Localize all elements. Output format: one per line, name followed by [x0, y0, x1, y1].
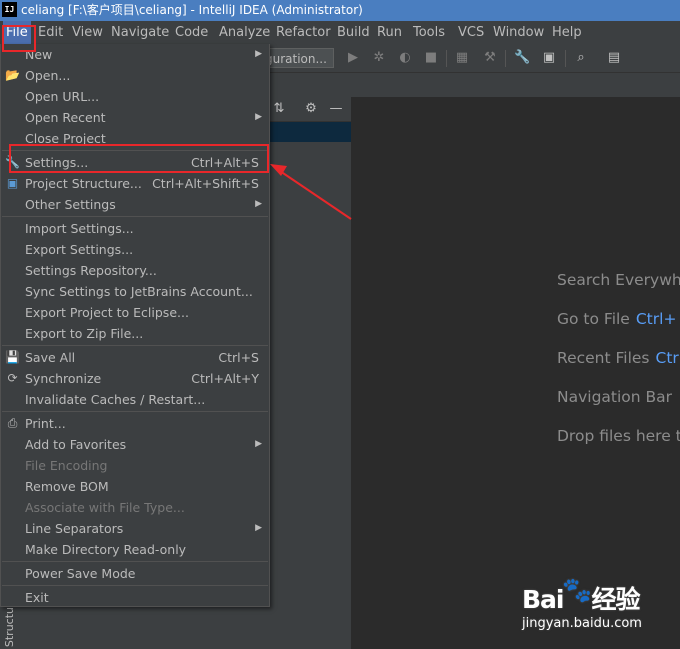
- menu-item-save-all[interactable]: 💾 Save All Ctrl+S: [1, 347, 269, 368]
- hint-shortcut: Ctrl+: [635, 310, 677, 328]
- save-icon: 💾: [5, 350, 20, 364]
- window-title: celiang [F:\客户项目\celiang] - IntelliJ IDE…: [21, 3, 363, 17]
- shortcut-label: Ctrl+S: [218, 350, 259, 365]
- menu-item-export-eclipse[interactable]: Export Project to Eclipse...: [1, 302, 269, 323]
- menu-window[interactable]: Window: [490, 21, 547, 44]
- gear-icon[interactable]: ⚙: [303, 101, 319, 117]
- menu-item-open-recent[interactable]: Open Recent ▶: [1, 107, 269, 128]
- menu-item-file-encoding: File Encoding: [25, 458, 108, 473]
- minimize-icon[interactable]: —: [328, 101, 344, 117]
- menu-item-project-structure[interactable]: ▣ Project Structure... Ctrl+Alt+Shift+S: [1, 173, 269, 194]
- hint-navigation-bar: Navigation Bar: [557, 388, 673, 406]
- sync-icon: ⟳: [7, 371, 18, 385]
- menu-item-synchronize[interactable]: ⟳ Synchronize Ctrl+Alt+Y: [1, 368, 269, 389]
- menu-bar: File Edit View Navigate Code Analyze Ref…: [0, 21, 680, 45]
- print-icon: ⎙: [7, 416, 18, 430]
- stop-icon[interactable]: ■: [423, 50, 439, 66]
- submenu-arrow-icon: ▶: [255, 523, 262, 533]
- menu-item-other-settings[interactable]: Other Settings ▶: [1, 194, 269, 215]
- hint-go-to-file: Go to File Ctrl+: [557, 310, 677, 328]
- debug-icon[interactable]: ✲: [371, 50, 387, 66]
- project-structure-icon: ▣: [6, 176, 19, 190]
- submenu-arrow-icon: ▶: [255, 49, 262, 59]
- menu-navigate[interactable]: Navigate: [108, 21, 172, 44]
- menu-separator: [2, 411, 268, 412]
- presentation-icon[interactable]: ▤: [606, 50, 622, 66]
- editor-empty-area: Search Everywhe Go to File Ctrl+ Recent F…: [352, 97, 680, 649]
- menu-item-exit[interactable]: Exit: [1, 587, 269, 608]
- structure-tool-tab[interactable]: Structu: [3, 607, 16, 647]
- wrench-icon[interactable]: 🔧: [514, 50, 530, 66]
- title-bar: IJ celiang [F:\客户项目\celiang] - IntelliJ …: [0, 0, 680, 21]
- menu-item-export-zip[interactable]: Export to Zip File...: [1, 323, 269, 344]
- menu-build[interactable]: Build: [334, 21, 373, 44]
- shortcut-label: Ctrl+Alt+Y: [191, 371, 259, 386]
- shortcut-label: Ctrl+Alt+S: [190, 155, 259, 170]
- hint-recent-files: Recent Files Ctr: [557, 349, 679, 367]
- baidu-watermark: Bai 经验 🐾 jingyan.baidu.com: [522, 576, 672, 638]
- submenu-arrow-icon: ▶: [255, 199, 262, 209]
- menu-item-new[interactable]: New ▶: [1, 44, 269, 65]
- shortcut-label: Ctrl+Alt+Shift+S: [152, 176, 259, 191]
- toolbar-separator: [446, 50, 447, 67]
- hint-search-everywhere: Search Everywhe: [557, 271, 680, 289]
- search-icon[interactable]: ⌕: [573, 50, 589, 66]
- menu-item-sync-settings[interactable]: Sync Settings to JetBrains Account...: [1, 281, 269, 302]
- collapse-all-icon[interactable]: ⇅: [271, 101, 287, 117]
- file-menu-dropdown: New ▶ 📂 Open... Open URL... Open Recent ▶ C…: [0, 44, 270, 607]
- menu-separator: [2, 561, 268, 562]
- menu-refactor[interactable]: Refactor: [273, 21, 334, 44]
- menu-item-line-separators[interactable]: Line Separators ▶: [1, 518, 269, 539]
- hint-drop-files: Drop files here t: [557, 427, 680, 445]
- submenu-arrow-icon: ▶: [255, 112, 262, 122]
- menu-edit[interactable]: Edit: [35, 21, 66, 44]
- menu-vcs[interactable]: VCS: [455, 21, 487, 44]
- menu-view[interactable]: View: [69, 21, 106, 44]
- submenu-arrow-icon: ▶: [255, 439, 262, 449]
- menu-separator: [2, 585, 268, 586]
- toolbar-separator: [505, 50, 506, 67]
- menu-item-print[interactable]: ⎙ Print...: [1, 413, 269, 434]
- menu-run[interactable]: Run: [374, 21, 405, 44]
- menu-item-close-project[interactable]: Close Project: [1, 128, 269, 149]
- dump-threads-icon[interactable]: ▦: [454, 50, 470, 66]
- wrench-icon: 🔧: [5, 155, 20, 169]
- menu-item-export-settings[interactable]: Export Settings...: [1, 239, 269, 260]
- menu-item-associate-file-type: Associate with File Type...: [25, 500, 185, 515]
- menu-item-settings-repository[interactable]: Settings Repository...: [1, 260, 269, 281]
- menu-item-open-url[interactable]: Open URL...: [1, 86, 269, 107]
- intellij-logo-icon: IJ: [2, 2, 17, 17]
- menu-separator: [2, 345, 268, 346]
- menu-separator: [2, 150, 268, 151]
- watermark-url: jingyan.baidu.com: [522, 616, 642, 631]
- project-structure-icon[interactable]: ▣: [541, 50, 557, 66]
- menu-code[interactable]: Code: [172, 21, 211, 44]
- menu-item-add-to-favorites[interactable]: Add to Favorites ▶: [1, 434, 269, 455]
- paw-icon: 🐾: [562, 576, 592, 604]
- menu-file[interactable]: File: [3, 21, 31, 44]
- menu-item-invalidate-caches[interactable]: Invalidate Caches / Restart...: [1, 389, 269, 410]
- menu-item-open[interactable]: 📂 Open...: [1, 65, 269, 86]
- menu-item-make-read-only[interactable]: Make Directory Read-only: [1, 539, 269, 560]
- coverage-icon[interactable]: ◐: [397, 50, 413, 66]
- menu-item-power-save-mode[interactable]: Power Save Mode: [1, 563, 269, 584]
- menu-help[interactable]: Help: [549, 21, 585, 44]
- toolbar-separator: [565, 50, 566, 67]
- folder-open-icon: 📂: [5, 68, 20, 82]
- run-icon[interactable]: ▶: [345, 50, 361, 66]
- menu-item-settings[interactable]: 🔧 Settings... Ctrl+Alt+S: [1, 152, 269, 173]
- menu-analyze[interactable]: Analyze: [216, 21, 273, 44]
- menu-separator: [2, 216, 268, 217]
- menu-item-import-settings[interactable]: Import Settings...: [1, 218, 269, 239]
- build-artifacts-icon[interactable]: ⚒: [482, 50, 498, 66]
- hint-shortcut: Ctr: [655, 349, 679, 367]
- menu-item-remove-bom[interactable]: Remove BOM: [1, 476, 269, 497]
- menu-tools[interactable]: Tools: [410, 21, 448, 44]
